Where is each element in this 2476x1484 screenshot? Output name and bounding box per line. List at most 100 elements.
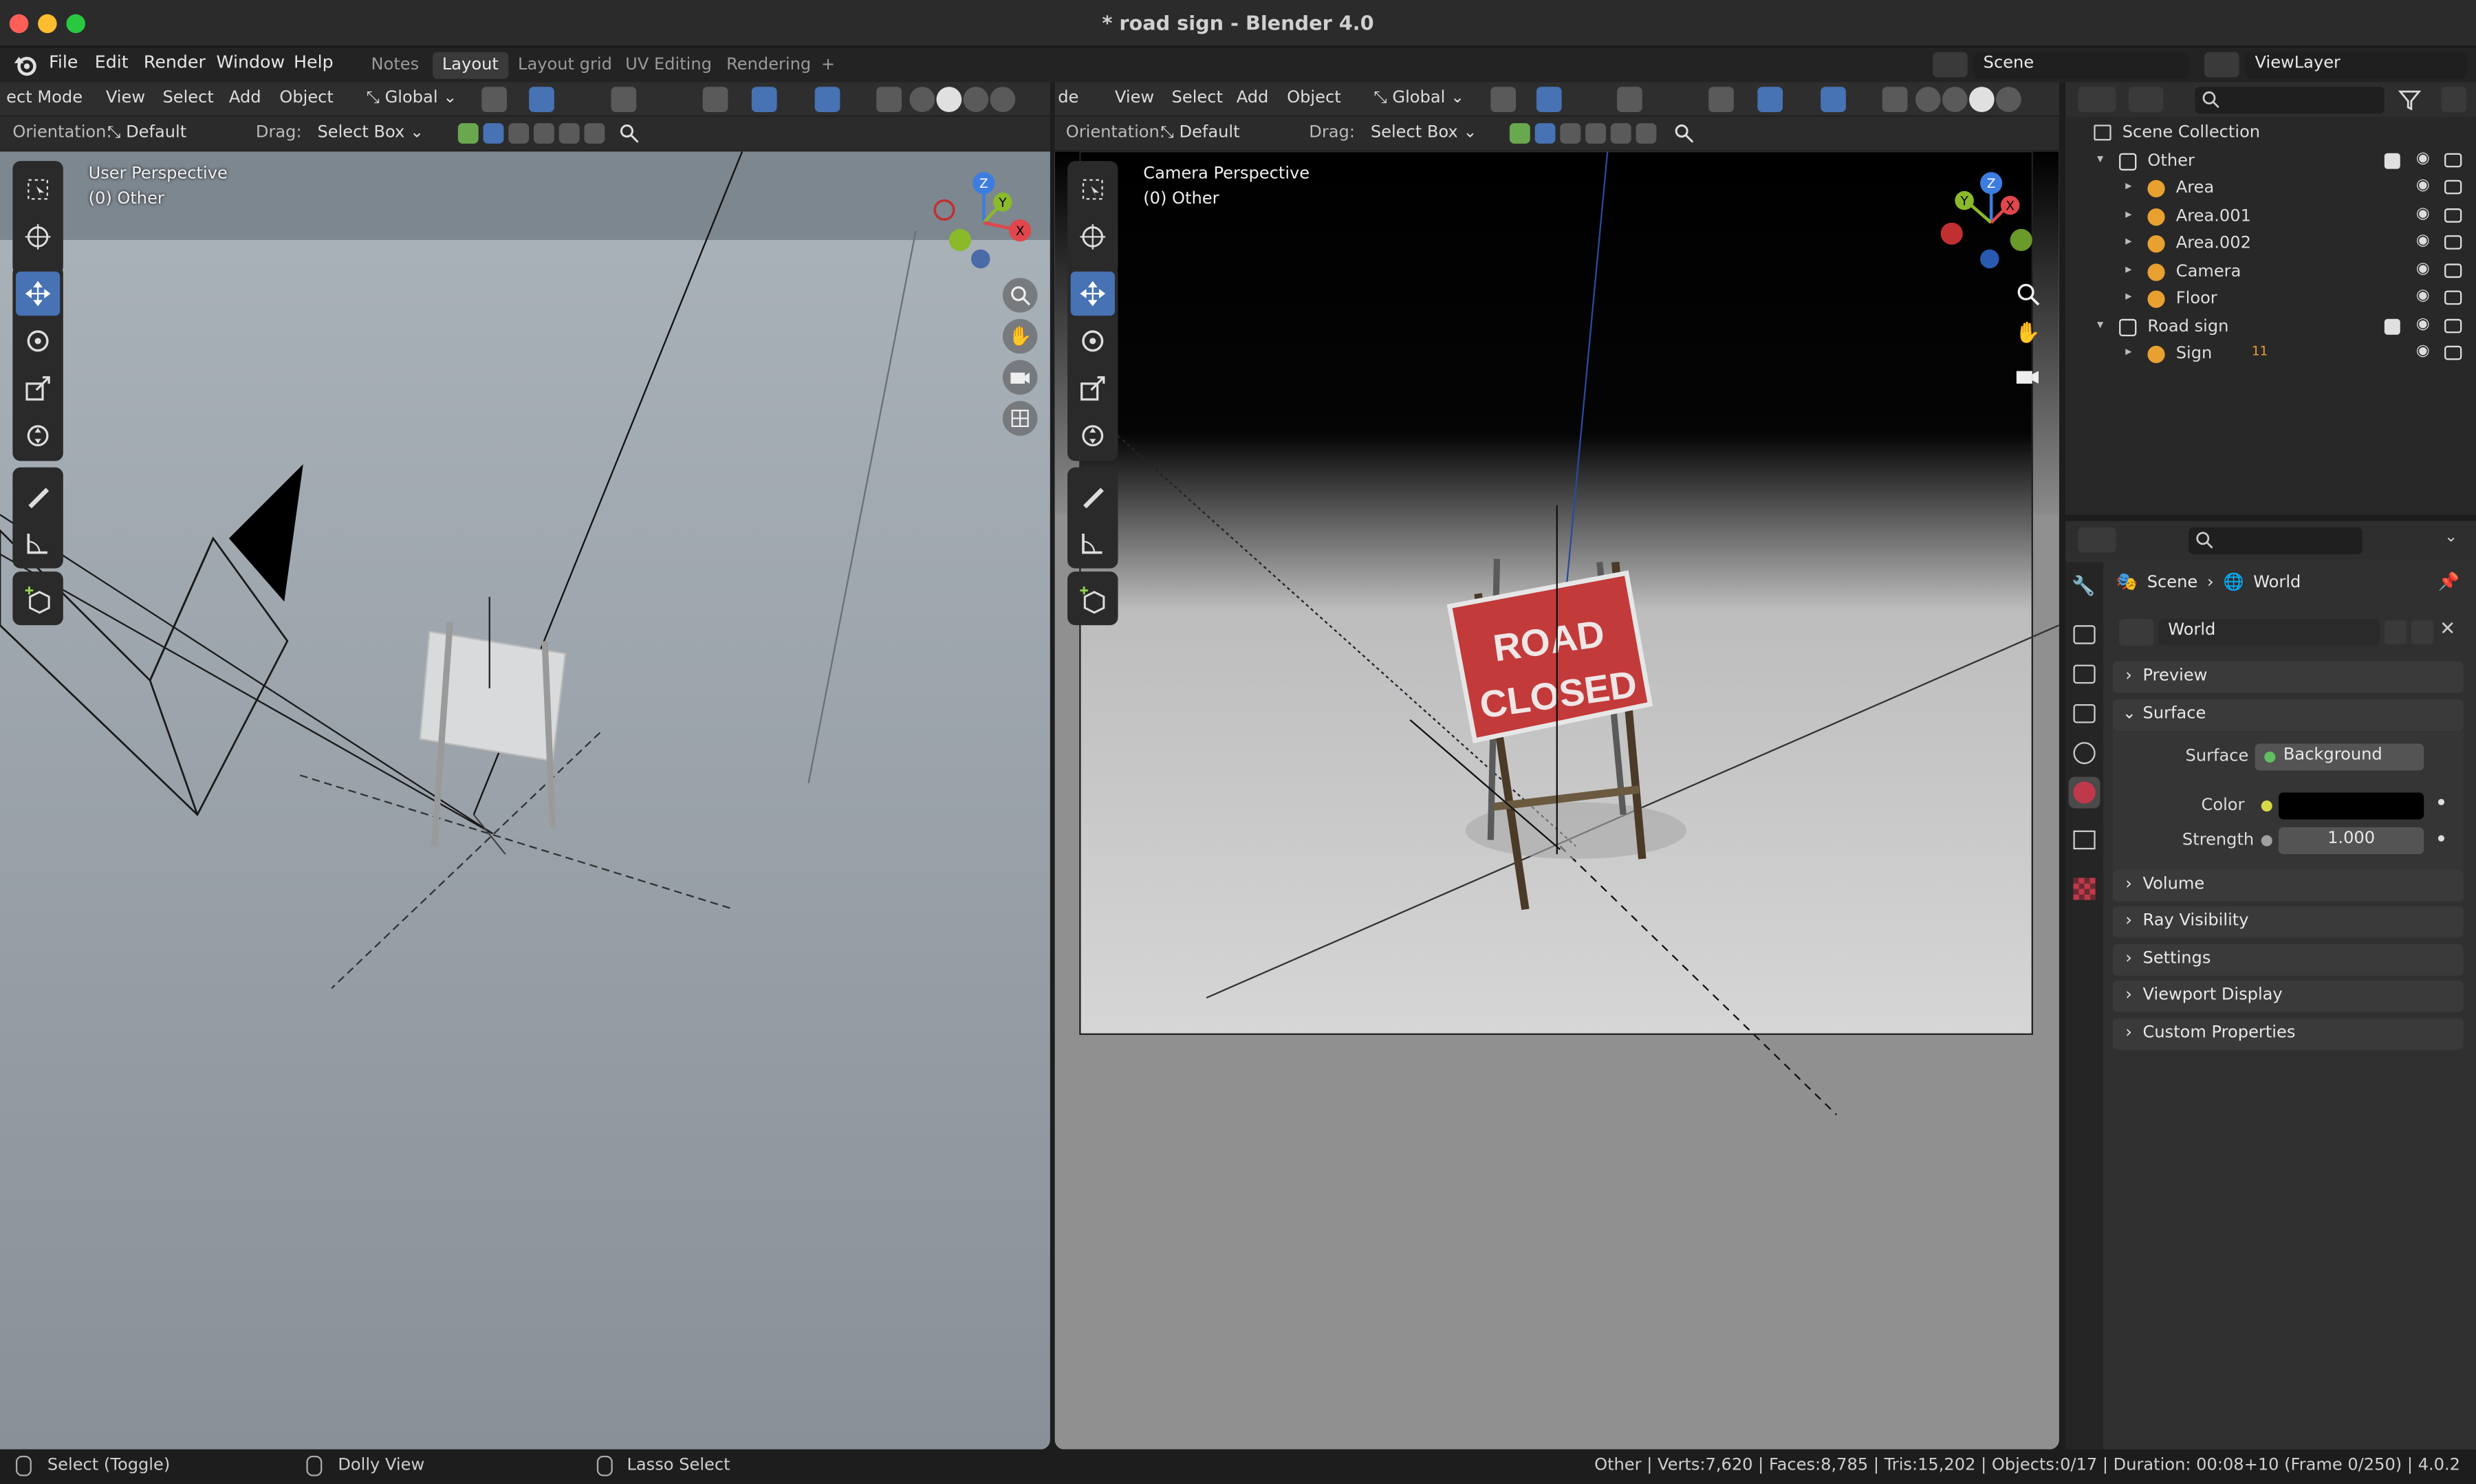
zoom-icon[interactable] [2015,281,2041,307]
panel-preview[interactable]: › Preview [2112,661,2464,693]
collapse-arrow-icon[interactable]: ▾ [2097,151,2103,165]
rendered-shading-icon[interactable] [990,87,1016,113]
outliner-row[interactable]: ▸ Sign 11 ◉ [2065,341,2476,369]
select-new-icon[interactable] [1534,123,1556,144]
outliner-editor-type-icon[interactable] [2078,87,2116,113]
tab-layout-grid[interactable]: Layout grid [508,52,621,79]
outliner-search-input[interactable] [2195,87,2385,114]
select-intersect-icon[interactable] [1636,123,1657,144]
outliner-row[interactable]: ▸ Area.001 ◉ [2065,203,2476,230]
select-invert-icon[interactable] [1610,123,1631,144]
exclude-checkbox[interactable] [2384,318,2400,334]
view-layer-tab-icon[interactable] [2073,703,2096,723]
left-menu-select[interactable]: Select [162,89,213,108]
left-menu-object[interactable]: Object [279,89,334,108]
cursor-tool-icon[interactable] [1071,215,1115,259]
collection-tab-icon[interactable] [2073,830,2096,850]
right-3d-viewport[interactable]: ROAD CLOSED Camera Perspective (0) Other [1054,151,2059,1450]
tab-layout[interactable]: Layout [433,52,508,79]
move-tool-icon[interactable] [15,271,61,316]
snap-icon[interactable] [529,87,554,113]
expand-arrow-icon[interactable]: ▸ [2125,345,2131,359]
expand-arrow-icon[interactable]: ▸ [2125,289,2131,303]
camera-view-icon[interactable] [2015,363,2041,389]
right-menu-object[interactable]: Object [1287,89,1341,108]
camera-view-icon[interactable] [1002,360,1038,395]
right-mode-dropdown[interactable]: de [1058,89,1078,108]
left-drag-dropdown[interactable]: Select Box ⌄ [317,123,424,142]
visibility-eye-icon[interactable]: ◉ [2416,287,2430,305]
rendered-shading-icon[interactable] [1996,87,2021,113]
menu-edit[interactable]: Edit [95,52,129,73]
strength-field[interactable]: 1.000 [2278,827,2424,855]
menu-file[interactable]: File [49,52,78,73]
outliner-row[interactable]: ▸ Area.002 ◉ [2065,230,2476,258]
new-collection-icon[interactable] [2441,87,2467,113]
left-orientation-dropdown[interactable]: ⤡ Default [107,123,186,144]
left-3d-viewport[interactable]: User Perspective (0) Other Z Y X ✋ [0,151,1050,1450]
move-tool-icon[interactable] [1070,271,1115,316]
left-menu-add[interactable]: Add [229,89,261,108]
expand-arrow-icon[interactable]: ▸ [2125,261,2131,276]
right-menu-view[interactable]: View [1115,89,1154,108]
proportional-edit-icon[interactable] [611,87,637,113]
gizmo-toggle-icon[interactable] [751,87,777,113]
render-camera-icon[interactable] [2444,318,2462,333]
right-drag-dropdown[interactable]: Select Box ⌄ [1371,123,1477,142]
right-menu-select[interactable]: Select [1172,89,1223,108]
expand-arrow-icon[interactable]: ▸ [2125,206,2131,221]
duplicate-icon[interactable] [2411,620,2433,644]
rotate-tool-icon[interactable] [1071,319,1115,363]
outliner-row[interactable]: ▾ Other ◉ [2065,148,2476,175]
select-extend-icon[interactable] [1560,123,1581,144]
outliner-row[interactable]: ▸ Camera ◉ [2065,258,2476,285]
color-swatch[interactable] [2278,792,2424,820]
xray-icon[interactable] [876,87,902,113]
cursor-tool-icon[interactable] [16,215,60,259]
tab-uv-editing[interactable]: UV Editing [616,52,721,79]
tab-notes[interactable]: Notes [362,52,428,79]
pivot-icon[interactable] [1490,87,1517,113]
output-tab-icon[interactable] [2073,664,2096,684]
left-menu-view[interactable]: View [106,89,145,108]
expand-arrow-icon[interactable]: ▸ [2125,178,2131,193]
select-subtract-icon[interactable] [534,123,554,144]
render-tab-icon[interactable] [2073,625,2096,644]
search-icon[interactable] [1674,123,1695,144]
properties-editor-type-icon[interactable] [2078,527,2116,553]
right-orientation-dropdown[interactable]: ⤡ Default [1160,123,1239,144]
select-subtract-icon[interactable] [1585,123,1606,144]
outliner-row[interactable]: ▸ Area ◉ [2065,175,2476,203]
visibility-eye-icon[interactable]: ◉ [2416,232,2430,249]
annotate-tool-icon[interactable] [1071,474,1115,518]
pan-hand-icon[interactable]: ✋ [2015,322,2041,347]
add-cube-tool-icon[interactable] [1071,578,1115,622]
scale-tool-icon[interactable] [16,367,60,411]
visibility-eye-icon[interactable]: ◉ [2416,149,2430,166]
texture-tab-icon[interactable] [2073,877,2096,900]
visibility-eye-icon[interactable]: ◉ [2416,204,2430,221]
visibility-icon[interactable] [702,87,728,113]
panel-surface[interactable]: ⌄ Surface [2112,699,2464,732]
properties-search-input[interactable] [2189,527,2363,554]
navigation-gizmo-icon[interactable]: Z Y X [929,167,1039,278]
render-camera-icon[interactable] [2444,290,2462,305]
blender-logo-icon[interactable] [12,52,38,78]
render-camera-icon[interactable] [2444,152,2462,167]
search-icon[interactable] [619,123,640,144]
overlay-toggle-icon[interactable] [814,87,840,113]
solid-shading-icon[interactable] [1942,87,1968,113]
outliner-row[interactable]: ▾ Road sign ◉ [2065,314,2476,341]
render-camera-icon[interactable] [2444,207,2462,222]
panel-volume[interactable]: › Volume [2112,870,2464,902]
transform-tool-icon[interactable] [1071,414,1115,458]
right-menu-add[interactable]: Add [1237,89,1269,108]
render-camera-icon[interactable] [2444,235,2462,250]
material-shading-icon[interactable] [963,87,989,113]
pivot-icon[interactable] [481,87,507,113]
visibility-icon[interactable] [1708,87,1734,113]
tab-rendering[interactable]: Rendering [717,52,821,79]
breadcrumb-world[interactable]: World [2253,572,2301,591]
select-extend-icon[interactable] [508,123,530,144]
scene-selector-icon[interactable] [1933,52,1968,78]
